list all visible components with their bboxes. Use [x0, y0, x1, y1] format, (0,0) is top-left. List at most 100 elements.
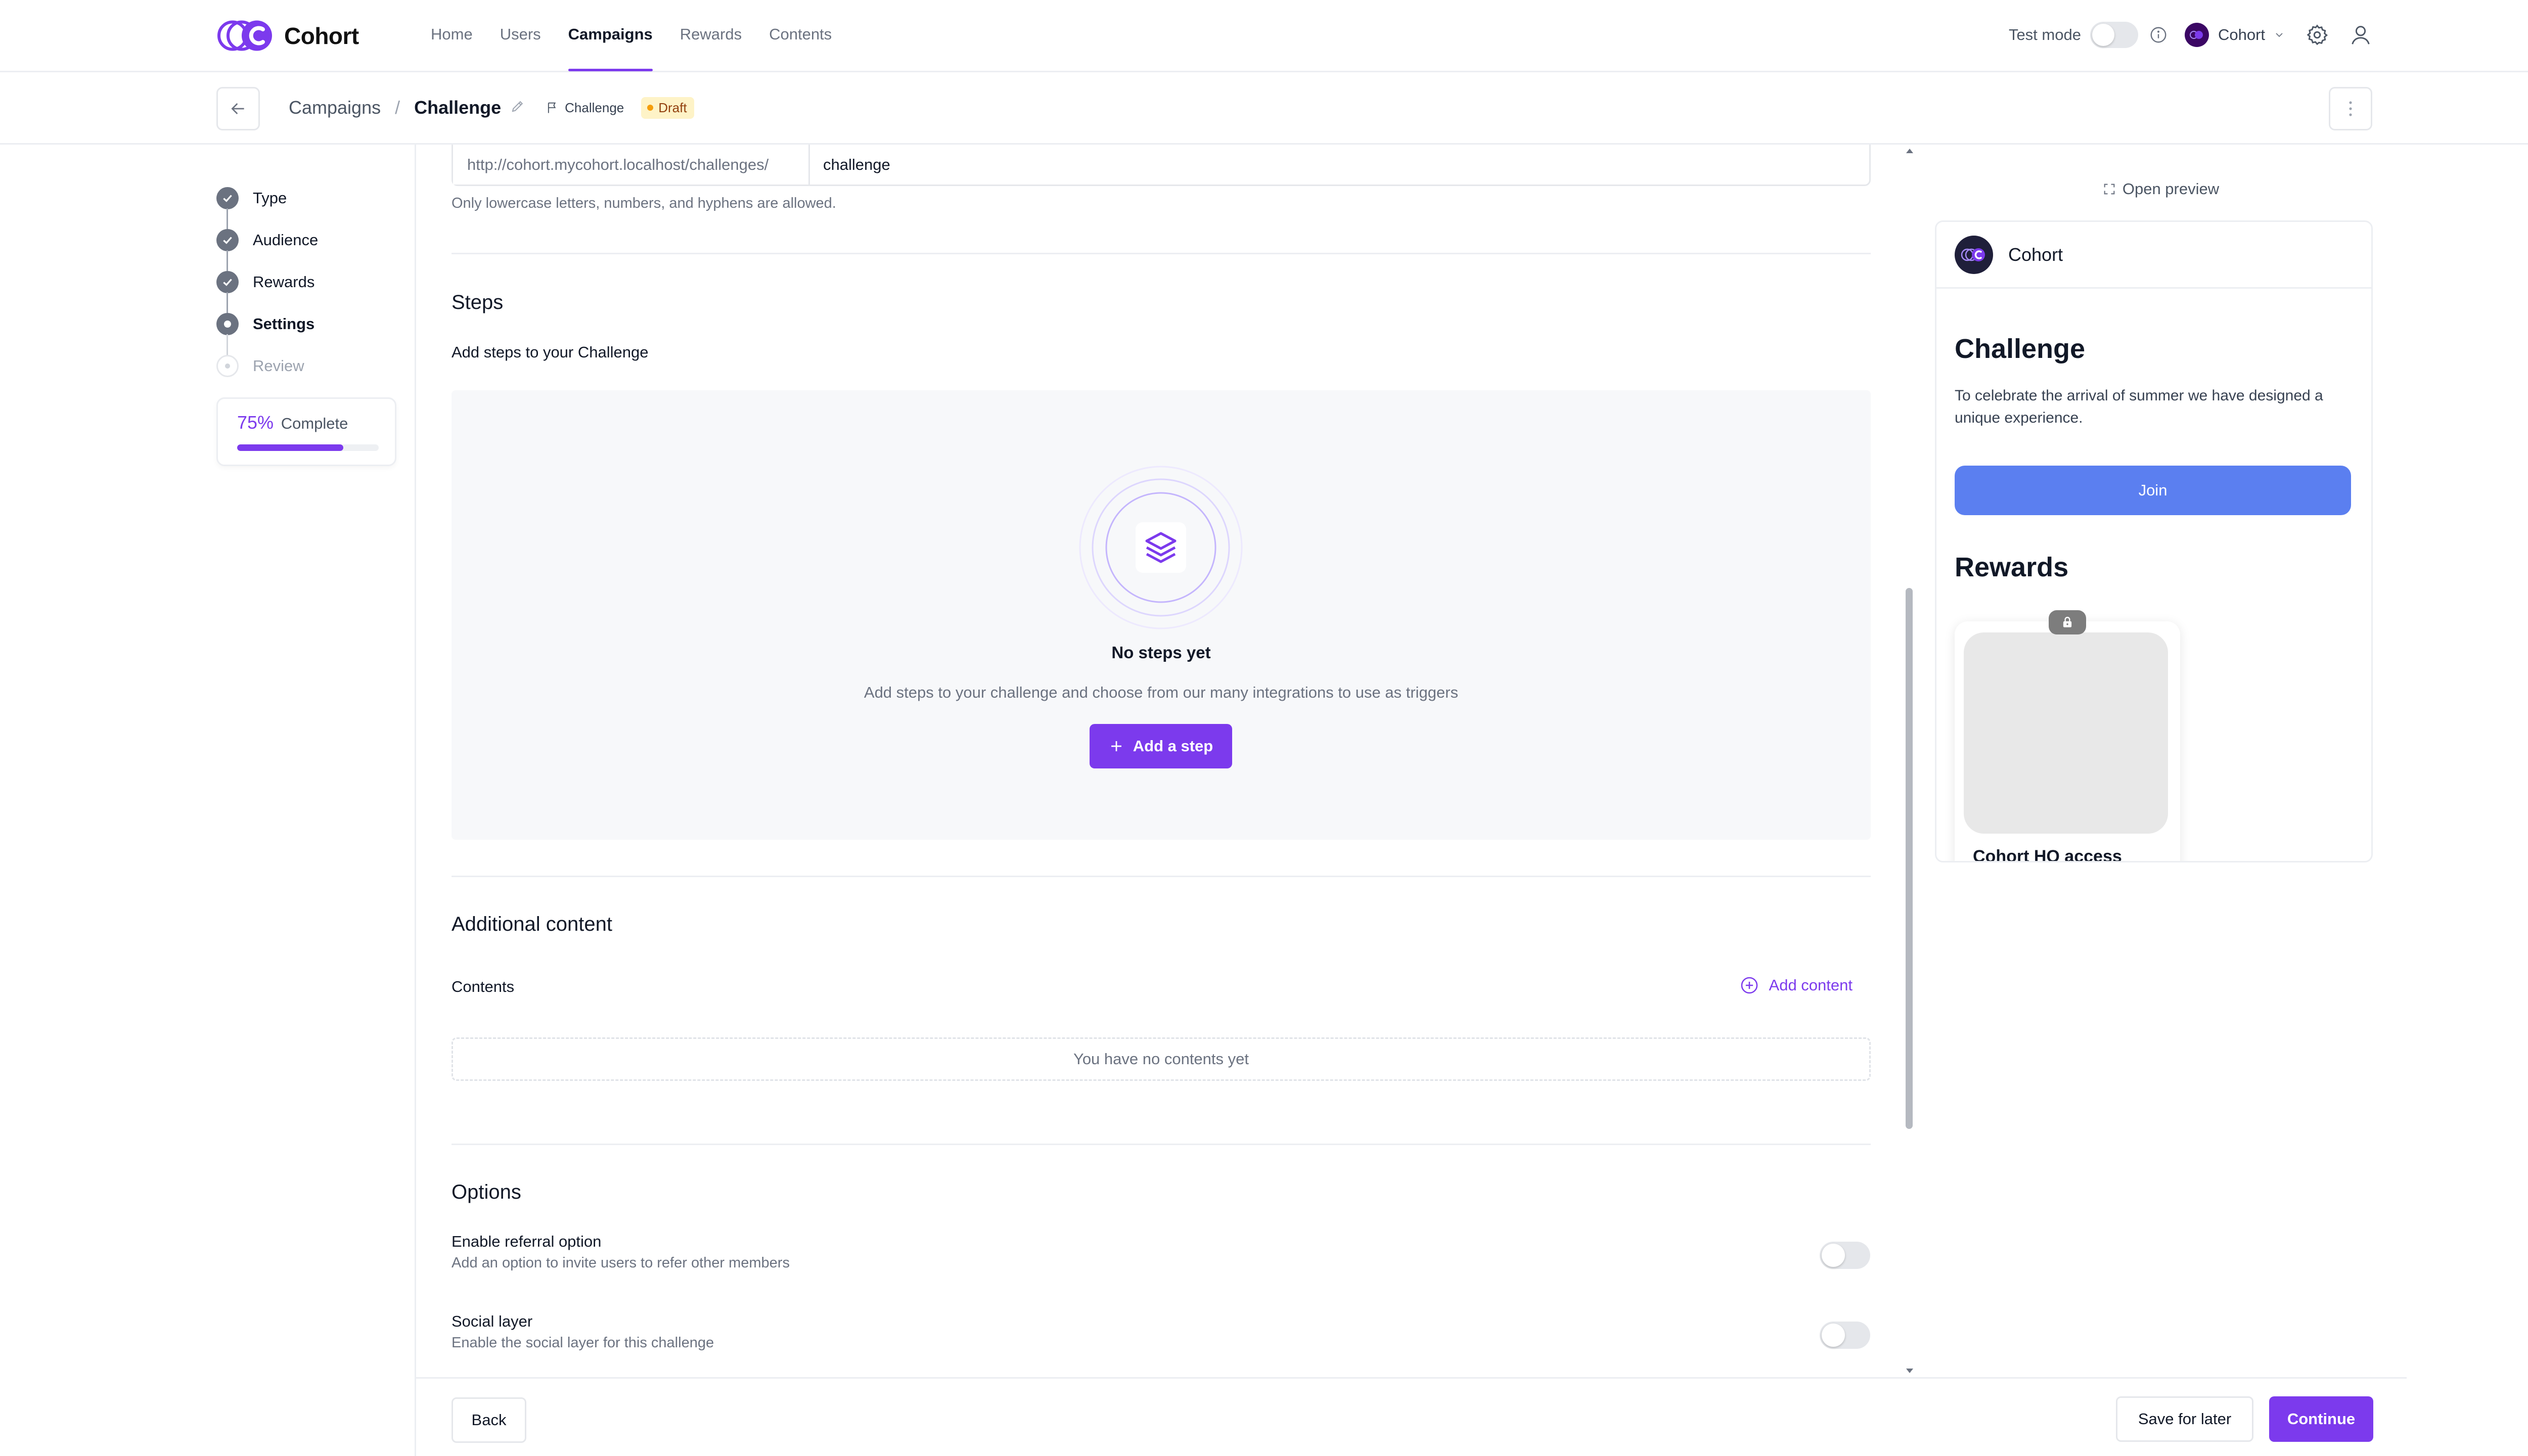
nav-rewards[interactable]: Rewards — [680, 0, 742, 71]
social-layer-desc: Enable the social layer for this challen… — [452, 1335, 714, 1351]
wizard-steps: Type Audience Rewards Settings Review — [216, 177, 318, 387]
preview-challenge-description: To celebrate the arrival of summer we ha… — [1955, 387, 2323, 426]
open-preview-label: Open preview — [2122, 180, 2220, 198]
wizard-step-settings[interactable]: Settings — [216, 303, 318, 355]
options-section-title: Options — [452, 1181, 521, 1203]
preview-rewards-title: Rewards — [1955, 552, 2069, 582]
status-label: Draft — [658, 100, 687, 115]
status-dot — [647, 105, 654, 111]
completion-text: 75% Complete — [237, 412, 348, 433]
org-switcher[interactable]: Cohort — [2184, 23, 2285, 47]
chevron-down-icon — [2276, 33, 2283, 37]
more-options-button[interactable] — [2329, 87, 2372, 130]
reward-image-placeholder — [1964, 632, 2168, 834]
wizard-step-label: Audience — [253, 231, 319, 249]
lock-icon — [2049, 610, 2086, 634]
breadcrumb: Campaigns / Challenge Challenge Draft — [289, 72, 694, 143]
nav-users[interactable]: Users — [500, 0, 541, 71]
social-layer-toggle[interactable] — [1820, 1322, 1870, 1349]
scrollbar-thumb[interactable] — [1906, 588, 1913, 1129]
settings-scrollbar[interactable] — [1904, 147, 1915, 1375]
continue-button[interactable]: Continue — [2269, 1396, 2373, 1442]
preview-panel: Open preview Cohort Challenge To celebra… — [1915, 145, 2407, 1377]
completion-card: 75% Complete — [216, 397, 396, 466]
expand-icon — [2104, 184, 2115, 195]
info-icon[interactable] — [2149, 26, 2168, 44]
preview-reward-card[interactable]: Cohort HQ access — [1955, 610, 2180, 862]
add-content-label: Add content — [1769, 976, 1853, 994]
open-preview-button[interactable]: Open preview — [1915, 180, 2407, 198]
campaign-type-badge: Challenge — [546, 100, 624, 116]
nav-campaigns[interactable]: Campaigns — [568, 0, 653, 71]
empty-steps-description: Add steps to your challenge and choose f… — [864, 684, 1459, 701]
completion-progress-fill — [237, 444, 343, 451]
add-content-button[interactable]: Add content — [1740, 976, 1853, 995]
contents-label: Contents — [452, 978, 515, 995]
preview-join-button[interactable]: Join — [1955, 466, 2351, 515]
nav-contents[interactable]: Contents — [769, 0, 832, 71]
no-contents-placeholder: You have no contents yet — [452, 1037, 1871, 1081]
check-circle-icon — [216, 229, 239, 251]
completion-percent: 75% — [237, 412, 274, 433]
save-for-later-button[interactable]: Save for later — [2116, 1396, 2253, 1442]
url-prefix: http://cohort.mycohort.localhost/challen… — [453, 145, 810, 185]
edit-name-pencil-icon[interactable] — [510, 97, 525, 118]
layers-icon — [1079, 466, 1243, 629]
nav-home[interactable]: Home — [431, 0, 473, 71]
section-divider — [452, 1144, 1871, 1145]
cohort-logo-icon — [217, 20, 272, 51]
campaign-type-label: Challenge — [565, 100, 624, 115]
preview-org-avatar — [1955, 235, 1993, 274]
scroll-down-arrow-icon[interactable] — [1906, 1369, 1913, 1373]
social-layer-title: Social layer — [452, 1312, 533, 1330]
campaign-header: Campaigns / Challenge Challenge Draft — [0, 72, 2528, 145]
scroll-up-arrow-icon[interactable] — [1906, 149, 1913, 153]
plus-circle-icon — [1741, 977, 1757, 994]
wizard-step-label: Review — [253, 356, 304, 375]
additional-content-title: Additional content — [452, 913, 613, 935]
user-profile-icon[interactable] — [2349, 23, 2372, 47]
url-help-text: Only lowercase letters, numbers, and hyp… — [452, 195, 836, 211]
wizard-step-audience[interactable]: Audience — [216, 219, 319, 271]
section-divider — [452, 253, 1871, 254]
referral-option-title: Enable referral option — [452, 1233, 602, 1250]
challenge-preview-card: Cohort Challenge To celebrate the arriva… — [1935, 220, 2373, 862]
reward-name: Cohort HQ access — [1973, 847, 2122, 862]
org-avatar — [2184, 23, 2209, 47]
flag-icon — [548, 102, 556, 113]
pending-step-icon — [216, 354, 239, 377]
wizard-step-label: Rewards — [253, 272, 315, 291]
settings-gear-icon[interactable] — [2306, 23, 2329, 47]
breadcrumb-campaigns[interactable]: Campaigns — [289, 97, 381, 118]
add-step-label: Add a step — [1133, 737, 1213, 755]
back-button[interactable]: Back — [452, 1397, 526, 1443]
wizard-footer: Back Save for later Continue — [415, 1377, 2407, 1456]
steps-empty-state: No steps yet Add steps to your challenge… — [452, 390, 1871, 840]
steps-section-subtitle: Add steps to your Challenge — [452, 343, 649, 361]
test-mode-toggle[interactable] — [2090, 22, 2138, 48]
completion-progress-bar — [237, 444, 379, 451]
check-circle-icon — [216, 270, 239, 293]
preview-challenge-title: Challenge — [1955, 334, 2086, 364]
preview-header: Cohort — [1936, 222, 2371, 289]
more-vertical-icon — [2349, 101, 2352, 116]
check-circle-icon — [216, 187, 239, 209]
referral-option-desc: Add an option to invite users to refer o… — [452, 1255, 790, 1271]
status-badge: Draft — [641, 97, 694, 119]
back-arrow-button[interactable] — [216, 87, 260, 130]
plus-icon — [1111, 741, 1121, 751]
section-divider — [452, 876, 1871, 877]
wizard-step-review[interactable]: Review — [216, 345, 318, 387]
url-slug-input[interactable]: challenge — [810, 145, 1869, 185]
wizard-step-rewards[interactable]: Rewards — [216, 261, 318, 313]
arrow-left-icon — [231, 103, 244, 114]
cohort-logo[interactable]: Cohort — [216, 19, 359, 52]
add-step-button[interactable]: Add a step — [1090, 724, 1232, 768]
referral-option-toggle[interactable] — [1820, 1242, 1870, 1269]
current-step-icon — [216, 312, 239, 335]
steps-section-title: Steps — [452, 291, 504, 313]
wizard-step-type[interactable]: Type — [216, 177, 318, 230]
settings-panel: http://cohort.mycohort.localhost/challen… — [415, 145, 1901, 1456]
top-right-controls: Test mode Cohort — [2009, 19, 2372, 51]
org-name: Cohort — [2218, 26, 2265, 43]
